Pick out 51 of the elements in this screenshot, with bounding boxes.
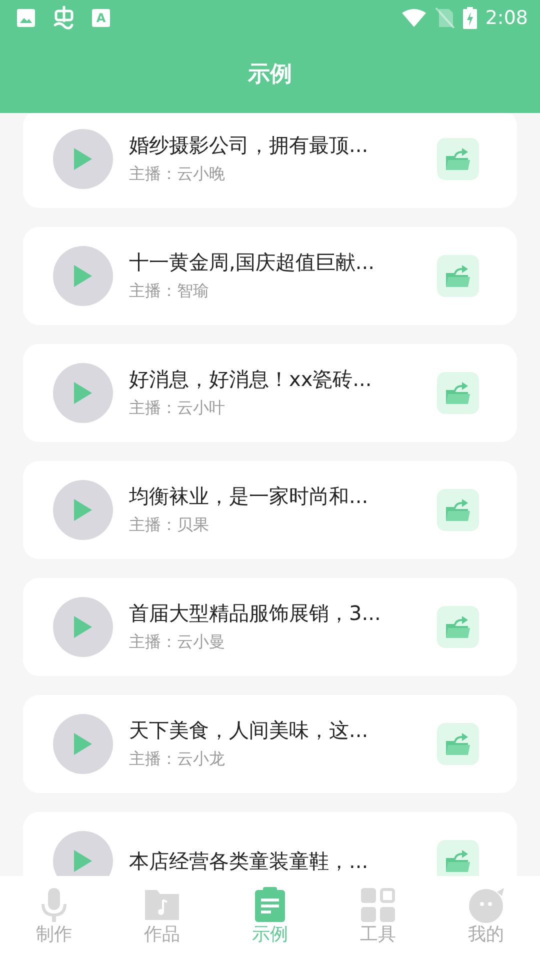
item-title: 好消息，好消息！xx瓷砖... [129,366,373,392]
folder-export-icon [444,380,472,406]
folder-export-icon [444,614,472,640]
wifi-icon [401,8,428,28]
list-card[interactable]: 婚纱摄影公司，拥有最顶... 主播：云小晚 [23,113,517,208]
no-sim-icon [435,7,456,29]
folder-export-icon [444,146,472,172]
play-icon[interactable] [73,264,93,288]
export-button[interactable] [437,138,479,180]
play-icon[interactable] [73,615,93,639]
page-title: 示例 [248,64,292,86]
host-name: 主播：云小晚 [129,162,226,184]
folder-export-icon [444,731,472,757]
host-name: 主播：云小叶 [129,396,226,418]
play-icon[interactable] [73,849,93,873]
export-button[interactable] [437,489,479,531]
list-card[interactable]: 首届大型精品服饰展销，3... 主播：云小曼 [23,578,517,676]
item-title: 天下美食，人间美味，这... [129,718,370,742]
bug-icon [52,5,76,31]
face-icon [467,886,505,924]
host-name: 主播：贝果 [129,514,210,536]
export-button[interactable] [437,255,479,297]
host-name: 主播：云小曼 [129,630,226,652]
item-title: 婚纱摄影公司，拥有最顶... [129,132,370,158]
item-title: 均衡袜业，是一家时尚和... [129,484,370,508]
clock-time: 2:08 [485,6,528,31]
export-button[interactable] [437,840,479,876]
list-card[interactable]: 本店经营各类童装童鞋，... [23,812,517,876]
item-title: 首届大型精品服饰展销，3... [129,600,382,626]
grid-icon [359,886,397,924]
host-name: 主播：智瑜 [129,280,210,302]
keyboard-badge-icon: A [92,9,110,27]
play-icon[interactable] [73,498,93,522]
export-button[interactable] [437,372,479,414]
host-name: 主播：云小龙 [129,748,226,770]
folder-export-icon [444,497,472,523]
battery-icon [463,7,478,29]
play-icon[interactable] [73,732,93,756]
play-icon[interactable] [73,147,93,171]
list-card[interactable]: 天下美食，人间美味，这... 主播：云小龙 [23,695,517,793]
item-title: 本店经营各类童装童鞋，... [129,848,370,874]
export-button[interactable] [437,723,479,765]
list-card[interactable]: 均衡袜业，是一家时尚和... 主播：贝果 [23,461,517,559]
play-icon[interactable] [73,381,93,405]
folder-export-icon [444,263,472,289]
list-card[interactable]: 十一黄金周,国庆超值巨献... 主播：智瑜 [23,227,517,325]
folder-export-icon [444,848,472,874]
list-card[interactable]: 好消息，好消息！xx瓷砖... 主播：云小叶 [23,344,517,442]
image-icon [16,8,36,28]
item-title: 十一黄金周,国庆超值巨献... [129,250,376,274]
export-button[interactable] [437,606,479,648]
